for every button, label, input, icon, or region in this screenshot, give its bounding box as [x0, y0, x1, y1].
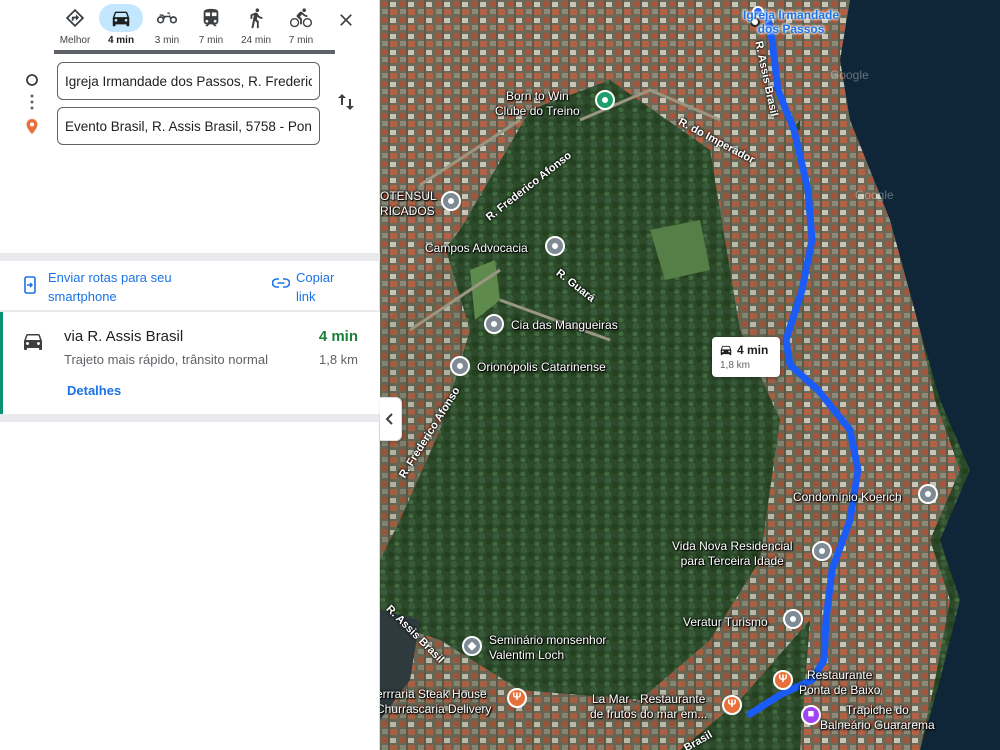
place-pin[interactable] — [441, 191, 461, 211]
car-icon — [99, 4, 143, 32]
collapse-panel-button[interactable] — [380, 397, 402, 441]
place-label-text: Cia das Mangueiras — [511, 318, 618, 332]
place-label[interactable]: La Mar - Restaurante de frutos do mar em… — [590, 692, 707, 722]
mode-best-label: Melhor — [59, 35, 91, 46]
restaurant-icon: Ψ — [727, 698, 737, 710]
route-distance: 1,8 km — [318, 352, 358, 367]
place-pin[interactable] — [918, 484, 938, 504]
route-duration: 4 min — [318, 328, 358, 345]
place-label[interactable]: OTENSUL RICADOS — [380, 189, 437, 219]
link-icon — [272, 278, 290, 288]
mode-bike[interactable]: 7 min — [278, 3, 324, 49]
place-pin[interactable] — [484, 314, 504, 334]
send-to-phone-button[interactable]: Enviar rotas para seu smartphone — [22, 268, 212, 308]
mode-motorcycle-label: 3 min — [154, 35, 180, 46]
mode-car[interactable]: 4 min — [98, 3, 144, 49]
place-pin[interactable] — [812, 541, 832, 561]
close-icon[interactable] — [331, 5, 361, 35]
section-divider — [0, 414, 380, 422]
route-via: via R. Assis Brasil — [64, 328, 184, 345]
place-pin[interactable]: ■ — [801, 705, 821, 725]
place-pin[interactable] — [595, 90, 615, 110]
restaurant-icon: Ψ — [512, 691, 522, 703]
place-label[interactable]: Born to Win Clube do Treino — [495, 89, 580, 119]
place-pin[interactable] — [545, 236, 565, 256]
place-label-text: Vida Nova Residencial para Terceira Idad… — [672, 539, 793, 568]
swap-arrows-icon[interactable] — [334, 90, 358, 114]
place-label-text: La Mar - Restaurante de frutos do mar em… — [590, 692, 708, 721]
place-pin[interactable] — [450, 356, 470, 376]
send-to-phone-label: Enviar rotas para seu smartphone — [48, 270, 172, 304]
mode-transit[interactable]: 7 min — [188, 3, 234, 49]
dots-vertical-icon — [30, 94, 34, 110]
mode-best[interactable]: Melhor — [52, 3, 98, 49]
satellite-map[interactable]: Igreja Irmandade dos Passos 4 min 1,8 km… — [380, 0, 1000, 750]
chevron-left-icon — [385, 413, 393, 425]
route-duration-bubble[interactable]: 4 min 1,8 km — [712, 337, 780, 377]
place-label-text: Condomínio Koerich — [793, 490, 902, 504]
send-to-phone-icon — [24, 276, 36, 294]
place-label-text: Campos Advocacia — [425, 241, 528, 255]
school-icon: ◆ — [467, 640, 477, 652]
destination-input[interactable] — [57, 107, 320, 145]
bus-icon — [189, 4, 233, 32]
destination-label-text: Igreja Irmandade dos Passos — [743, 8, 840, 36]
place-label[interactable]: Vida Nova Residencial para Terceira Idad… — [672, 539, 793, 569]
place-label-text: Seminário monsenhor Valentim Loch — [489, 633, 607, 662]
diamond-arrow-icon — [53, 4, 97, 32]
place-label-text: OTENSUL RICADOS — [380, 189, 437, 218]
camera-icon: ■ — [807, 708, 815, 720]
place-label[interactable]: Seminário monsenhor Valentim Loch — [489, 633, 606, 663]
place-label[interactable]: errraria Steak House Churrascaria Delive… — [380, 687, 491, 717]
copy-link-button[interactable]: Copiar link — [272, 268, 362, 308]
place-label-text: Born to Win Clube do Treino — [495, 89, 580, 118]
origin-input[interactable] — [57, 62, 320, 100]
place-label-text: Trapiche do Balneário Guararema — [820, 703, 935, 732]
mode-motorcycle[interactable]: 3 min — [144, 3, 190, 49]
route-description: Trajeto mais rápido, trânsito normal — [64, 352, 268, 367]
copy-link-label: Copiar link — [296, 270, 335, 304]
motorcycle-icon — [145, 4, 189, 32]
section-divider — [0, 253, 380, 261]
google-watermark: Google — [855, 188, 894, 202]
place-pin[interactable] — [783, 609, 803, 629]
mode-underline — [54, 50, 335, 54]
place-label[interactable]: Cia das Mangueiras — [511, 318, 618, 333]
mode-bike-label: 7 min — [288, 35, 314, 46]
google-watermark: Google — [830, 68, 869, 82]
place-label[interactable]: Campos Advocacia — [425, 241, 528, 256]
route-option[interactable]: via R. Assis Brasil 4 min Trajeto mais r… — [0, 312, 380, 414]
origin-circle-icon — [26, 74, 38, 86]
mode-walk-label: 24 min — [240, 35, 271, 46]
mode-car-label: 4 min — [107, 35, 135, 46]
place-pin[interactable]: Ψ — [773, 670, 793, 690]
destination-marker-label[interactable]: Igreja Irmandade dos Passos — [743, 8, 839, 36]
mode-walk[interactable]: 24 min — [233, 3, 279, 49]
place-label[interactable]: Orionópolis Catarinense — [477, 360, 606, 375]
place-pin[interactable]: Ψ — [722, 695, 742, 715]
place-pin[interactable]: ◆ — [462, 636, 482, 656]
place-pin[interactable]: Ψ — [507, 688, 527, 708]
details-link[interactable]: Detalhes — [67, 383, 121, 398]
travel-mode-bar: Melhor 4 min 3 min 7 min 24 min 7 min — [0, 0, 380, 54]
place-label[interactable]: Condomínio Koerich — [793, 490, 902, 505]
place-label[interactable]: Veratur Turismo — [683, 615, 768, 630]
walk-icon — [234, 4, 278, 32]
place-label[interactable]: Restaurante Ponta de Baixo — [799, 668, 880, 698]
place-label-text: errraria Steak House Churrascaria Delive… — [380, 687, 492, 716]
car-icon — [24, 334, 42, 350]
place-label-text: Orionópolis Catarinense — [477, 360, 606, 374]
destination-pin-icon — [26, 118, 38, 135]
mode-transit-label: 7 min — [198, 35, 224, 46]
place-label[interactable]: Trapiche do Balneário Guararema — [820, 703, 935, 733]
directions-panel: Melhor 4 min 3 min 7 min 24 min 7 min Ig… — [0, 0, 380, 750]
place-label-text: Veratur Turismo — [683, 615, 768, 629]
restaurant-icon: Ψ — [778, 673, 788, 685]
bubble-duration: 4 min — [737, 343, 769, 357]
place-label-text: Restaurante Ponta de Baixo — [799, 668, 881, 697]
car-icon — [720, 345, 732, 356]
bubble-distance: 1,8 km — [720, 360, 751, 371]
bike-icon — [279, 4, 323, 32]
